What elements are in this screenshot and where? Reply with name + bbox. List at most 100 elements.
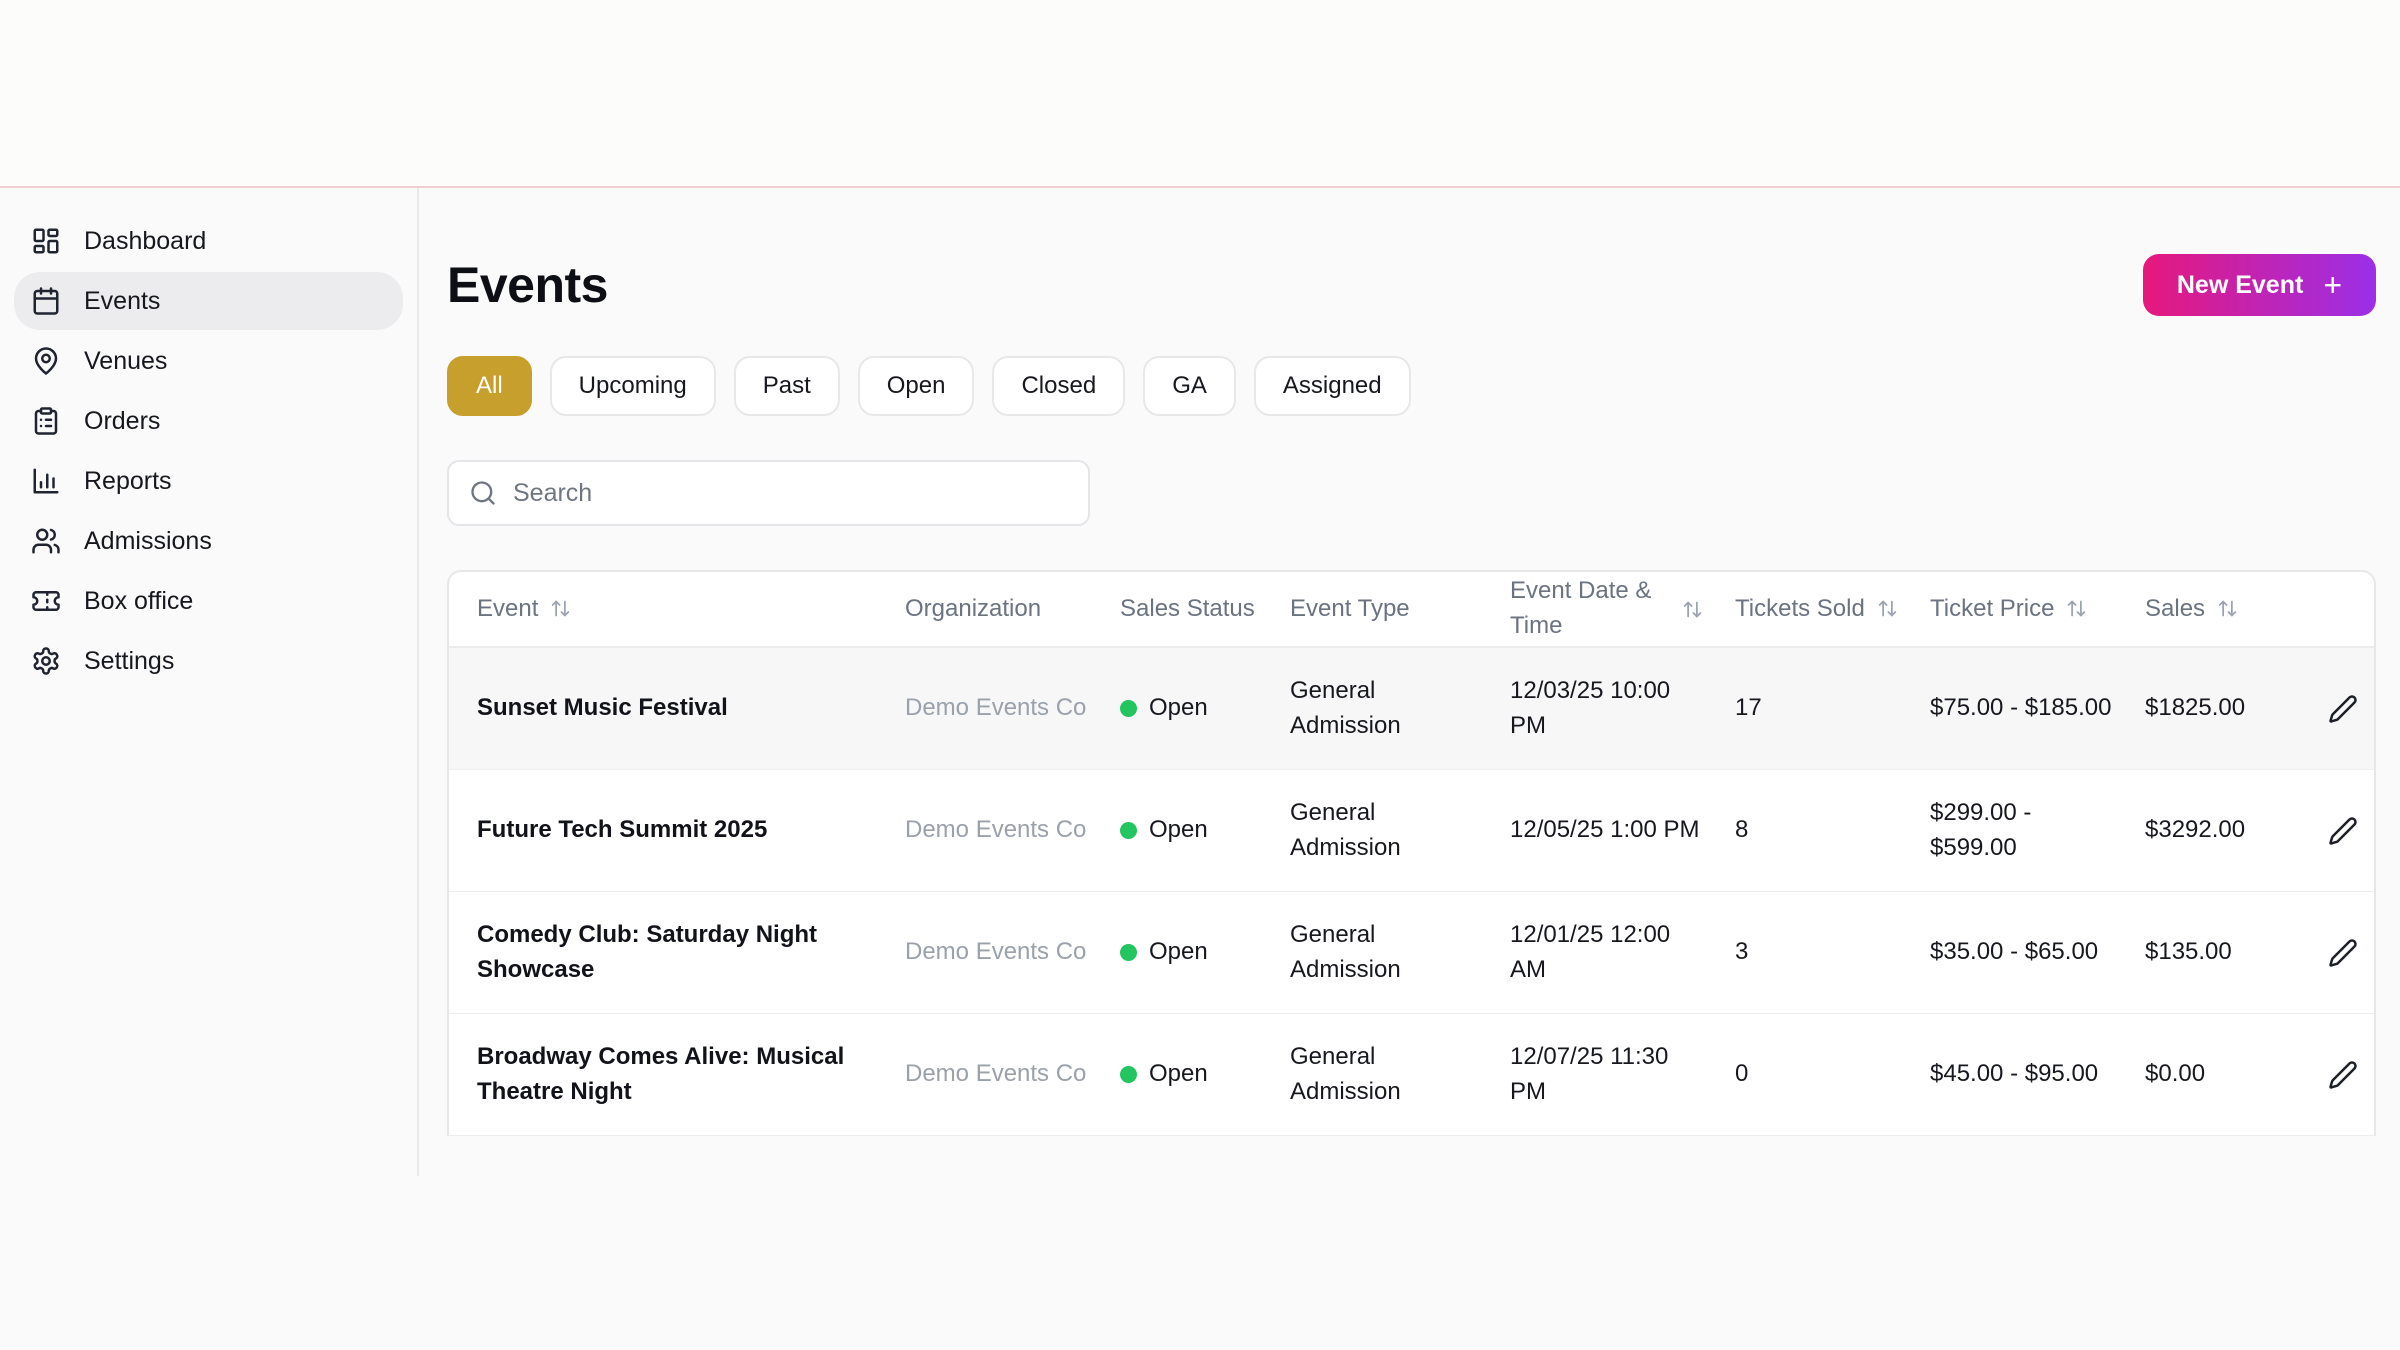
sidebar-item-label: Events — [84, 286, 161, 315]
filter-pill-ga[interactable]: GA — [1143, 356, 1236, 416]
sidebar-item-label: Orders — [84, 406, 161, 435]
event-datetime: 12/07/25 11:30 PM — [1510, 1042, 1669, 1105]
sales-amount: $3292.00 — [2145, 816, 2246, 844]
new-event-label: New Event — [2176, 270, 2304, 299]
users-icon — [30, 525, 62, 557]
tickets-sold: 17 — [1735, 694, 1762, 722]
event-name: Sunset Music Festival — [477, 694, 728, 722]
gear-icon — [30, 645, 62, 677]
sort-icon — [1877, 598, 1898, 619]
sidebar-item-label: Settings — [84, 646, 175, 675]
sidebar-item-dashboard[interactable]: Dashboard — [14, 212, 403, 270]
column-header-organization: Organization — [905, 594, 1042, 622]
search-box — [447, 460, 1090, 526]
column-header-event[interactable]: Event — [449, 592, 889, 627]
sales-status: Open — [1104, 1043, 1274, 1106]
event-datetime: 12/01/25 12:00 AM — [1510, 920, 1671, 983]
new-event-button[interactable]: New Event + — [2142, 254, 2376, 316]
calendar-icon — [30, 285, 62, 317]
sidebar-item-reports[interactable]: Reports — [14, 452, 403, 510]
sidebar-item-settings[interactable]: Settings — [14, 632, 403, 690]
ticket-price: $75.00 - $185.00 — [1930, 694, 2112, 722]
column-header-ticket-price[interactable]: Ticket Price — [1914, 592, 2129, 627]
event-datetime: 12/05/25 1:00 PM — [1510, 816, 1700, 844]
sales-amount: $135.00 — [2145, 938, 2232, 966]
edit-event-button[interactable] — [2320, 686, 2366, 732]
sidebar-item-admissions[interactable]: Admissions — [14, 512, 403, 570]
sales-status: Open — [1104, 921, 1274, 984]
main-content: Events New Event + All Upcoming Past Ope… — [419, 188, 2400, 1176]
status-dot — [1120, 1065, 1137, 1083]
event-datetime: 12/03/25 10:00 PM — [1510, 676, 1671, 739]
pencil-icon — [2329, 938, 2357, 967]
pencil-icon — [2329, 1060, 2357, 1089]
organization: Demo Events Co — [905, 694, 1087, 722]
sidebar-item-venues[interactable]: Venues — [14, 332, 403, 390]
sidebar-item-box-office[interactable]: Box office — [14, 572, 403, 630]
column-header-sales[interactable]: Sales — [2129, 592, 2304, 627]
filter-pill-all[interactable]: All — [447, 356, 532, 416]
table-row: Broadway Comes Alive: Musical Theatre Ni… — [449, 1014, 2374, 1136]
sidebar-item-orders[interactable]: Orders — [14, 392, 403, 450]
column-header-event-type: Event Type — [1290, 594, 1410, 622]
top-strip — [0, 0, 2400, 188]
edit-event-button[interactable] — [2320, 808, 2366, 854]
events-page: Dashboard Events Venues Orders Reports A… — [0, 0, 2400, 1350]
filter-pill-past[interactable]: Past — [733, 356, 840, 416]
status-label: Open — [1149, 1060, 1208, 1088]
event-type: General Admission — [1290, 1042, 1401, 1105]
column-header-tickets-sold[interactable]: Tickets Sold — [1719, 592, 1914, 627]
organization: Demo Events Co — [905, 816, 1087, 844]
edit-event-button[interactable] — [2320, 1052, 2366, 1098]
tickets-sold: 8 — [1735, 816, 1749, 844]
pencil-icon — [2329, 816, 2357, 845]
status-dot — [1120, 821, 1137, 839]
map-pin-icon — [30, 345, 62, 377]
plus-icon: + — [2323, 267, 2342, 303]
bar-chart-icon — [30, 465, 62, 497]
tickets-sold: 3 — [1735, 938, 1749, 966]
event-name: Future Tech Summit 2025 — [477, 816, 768, 844]
sidebar-item-label: Reports — [84, 466, 172, 495]
table-row: Sunset Music Festival Demo Events Co Ope… — [449, 648, 2374, 770]
status-label: Open — [1149, 694, 1208, 722]
edit-event-button[interactable] — [2320, 930, 2366, 976]
clipboard-icon — [30, 405, 62, 437]
organization: Demo Events Co — [905, 938, 1087, 966]
sales-amount: $0.00 — [2145, 1060, 2206, 1088]
sales-status: Open — [1104, 677, 1274, 740]
filter-pill-closed[interactable]: Closed — [992, 356, 1126, 416]
ticket-price: $35.00 - $65.00 — [1930, 938, 2099, 966]
pencil-icon — [2329, 694, 2357, 723]
filter-pill-open[interactable]: Open — [857, 356, 975, 416]
sidebar-item-label: Box office — [84, 586, 194, 615]
sidebar-item-events[interactable]: Events — [14, 272, 403, 330]
events-table: Event Organization Sales Status Event Ty… — [447, 570, 2376, 1136]
column-header-event-date[interactable]: Event Date & Time — [1494, 574, 1719, 644]
sidebar-item-label: Dashboard — [84, 226, 207, 255]
search-input[interactable] — [513, 478, 1068, 508]
table-row: Comedy Club: Saturday Night Showcase Dem… — [449, 892, 2374, 1014]
event-type: General Admission — [1290, 676, 1401, 739]
tickets-sold: 0 — [1735, 1060, 1749, 1088]
sidebar-item-label: Venues — [84, 346, 168, 375]
sales-status: Open — [1104, 799, 1274, 862]
status-dot — [1120, 943, 1137, 961]
sales-amount: $1825.00 — [2145, 694, 2246, 722]
filter-pill-upcoming[interactable]: Upcoming — [549, 356, 716, 416]
table-row: Future Tech Summit 2025 Demo Events Co O… — [449, 770, 2374, 892]
filter-pill-group: All Upcoming Past Open Closed GA Assigne… — [447, 356, 2376, 416]
ticket-price: $45.00 - $95.00 — [1930, 1060, 2099, 1088]
sort-icon — [1682, 599, 1703, 620]
sort-icon — [2217, 598, 2238, 619]
event-name: Comedy Club: Saturday Night Showcase — [477, 920, 818, 983]
dashboard-icon — [30, 225, 62, 257]
page-title: Events — [447, 257, 608, 313]
event-type: General Admission — [1290, 798, 1401, 861]
column-header-sales-status: Sales Status — [1120, 594, 1255, 622]
status-label: Open — [1149, 816, 1208, 844]
status-label: Open — [1149, 938, 1208, 966]
filter-pill-assigned[interactable]: Assigned — [1253, 356, 1411, 416]
search-icon — [471, 481, 495, 505]
table-header-row: Event Organization Sales Status Event Ty… — [449, 572, 2374, 648]
